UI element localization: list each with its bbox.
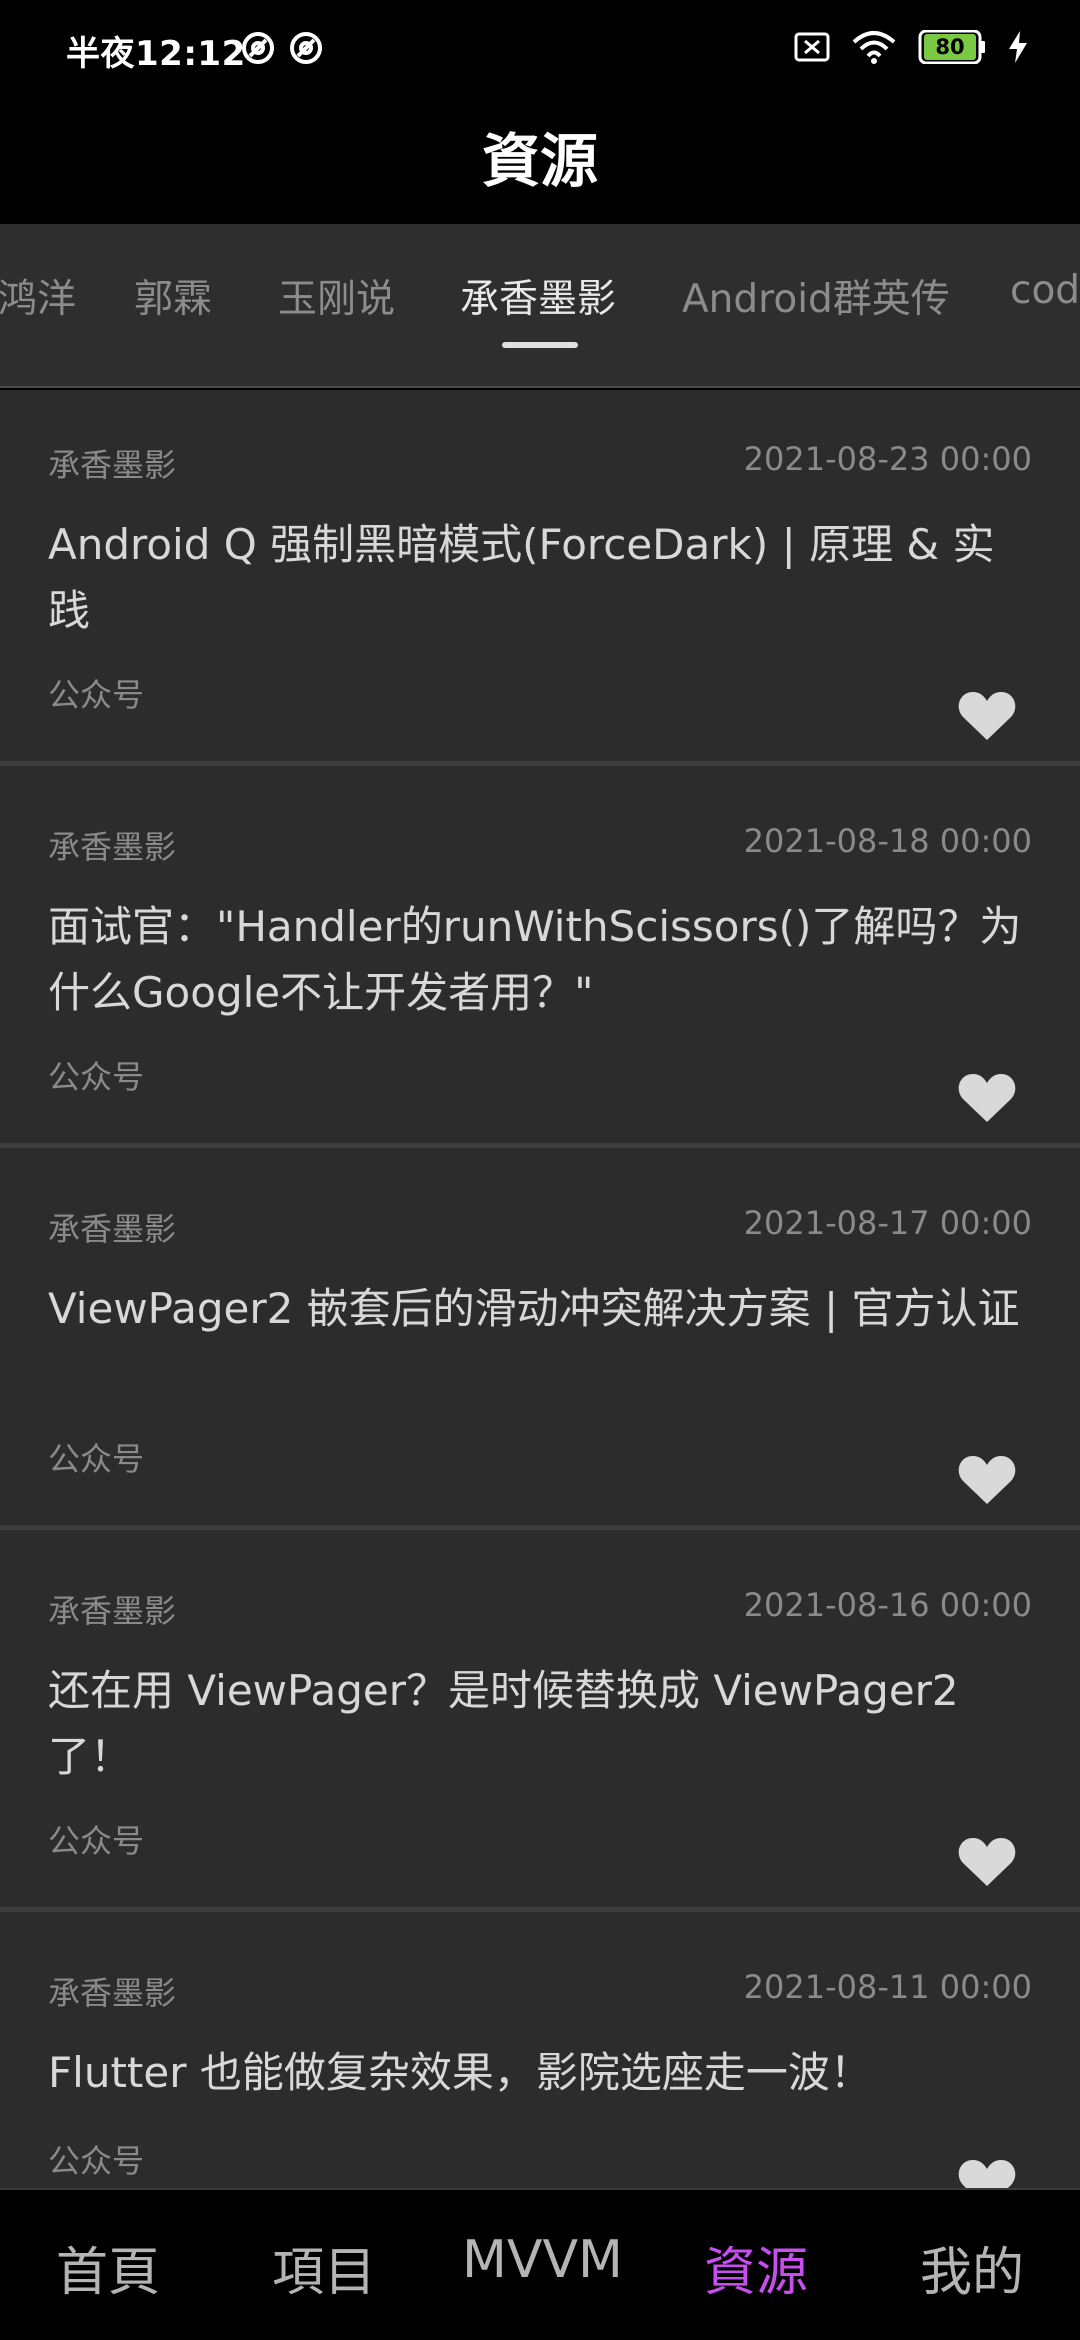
sim-off-icon [794,32,830,62]
active-tab-indicator [502,342,578,348]
tab-code[interactable]: code [1010,268,1080,313]
article-card[interactable]: 承香墨影 2021-08-18 00:00 面试官："Handler的runWi… [0,772,1080,1148]
heart-icon[interactable] [958,1836,1016,1888]
article-date: 2021-08-16 00:00 [743,1586,1032,1624]
bottom-navigation: 首頁 項目 MVVM 資源 我的 [0,2188,1080,2340]
article-source: 公众号 [48,2142,145,2180]
wifi-icon [852,31,896,64]
article-title[interactable]: 还在用 ViewPager？是时候替换成 ViewPager2 了！ [48,1658,1028,1790]
article-card[interactable]: 承香墨影 2021-08-11 00:00 Flutter 也能做复杂效果，影院… [0,1918,1080,2188]
heart-icon[interactable] [958,690,1016,742]
heart-icon[interactable] [958,1454,1016,1506]
nav-mvvm[interactable]: MVVM [462,2230,623,2290]
app-header: 資源 [0,100,1080,224]
author-tabs: 鸿洋 郭霖 玉刚说 承香墨影 Android群英传 code [0,224,1080,388]
battery-level: 80 [924,34,976,60]
tab-guolin[interactable]: 郭霖 [134,268,212,324]
article-date: 2021-08-18 00:00 [743,822,1032,860]
nav-resources[interactable]: 資源 [704,2230,808,2305]
heart-icon[interactable] [958,1072,1016,1124]
tab-yugangshuo[interactable]: 玉刚说 [278,268,395,324]
article-author: 承香墨影 [48,1592,177,1630]
nav-mine[interactable]: 我的 [920,2230,1024,2305]
article-title[interactable]: Flutter 也能做复杂效果，影院选座走一波！ [48,2040,1028,2106]
status-notification-icons [240,30,324,66]
status-time: 半夜12:12 [66,34,246,74]
at-circle-icon [242,32,274,64]
tab-chengxiangmoying[interactable]: 承香墨影 [460,268,616,324]
article-list[interactable]: 承香墨影 2021-08-23 00:00 Android Q 强制黑暗模式(F… [0,390,1080,2188]
page-title: 資源 [481,127,598,195]
heart-icon[interactable] [958,2158,1016,2188]
article-source: 公众号 [48,1822,145,1860]
article-title[interactable]: 面试官："Handler的runWithScissors()了解吗？为什么Goo… [48,894,1028,1026]
article-date: 2021-08-23 00:00 [743,440,1032,478]
tab-android-qunyingzhuan[interactable]: Android群英传 [682,268,950,324]
article-title[interactable]: Android Q 强制黑暗模式(ForceDark) | 原理 & 实践 [48,512,1028,644]
article-card[interactable]: 承香墨影 2021-08-23 00:00 Android Q 强制黑暗模式(F… [0,390,1080,766]
article-author: 承香墨影 [48,1974,177,2012]
article-author: 承香墨影 [48,1210,177,1248]
article-source: 公众号 [48,676,145,714]
article-source: 公众号 [48,1440,145,1478]
article-author: 承香墨影 [48,828,177,866]
article-card[interactable]: 承香墨影 2021-08-16 00:00 还在用 ViewPager？是时候替… [0,1536,1080,1912]
article-date: 2021-08-11 00:00 [743,1968,1032,2006]
charging-bolt-icon [1009,31,1027,63]
nav-home[interactable]: 首頁 [56,2230,160,2305]
nav-projects[interactable]: 項目 [272,2230,376,2305]
article-date: 2021-08-17 00:00 [743,1204,1032,1242]
article-title[interactable]: ViewPager2 嵌套后的滑动冲突解决方案 | 官方认证 [48,1276,1028,1342]
article-card[interactable]: 承香墨影 2021-08-17 00:00 ViewPager2 嵌套后的滑动冲… [0,1154,1080,1530]
status-bar: 半夜12:12 80 [0,0,1080,100]
status-system-icons: 80 [794,30,1028,64]
battery-icon: 80 [918,30,986,64]
article-source: 公众号 [48,1058,145,1096]
tab-hongyang[interactable]: 鸿洋 [0,268,76,324]
at-circle-icon [290,32,322,64]
article-author: 承香墨影 [48,446,177,484]
